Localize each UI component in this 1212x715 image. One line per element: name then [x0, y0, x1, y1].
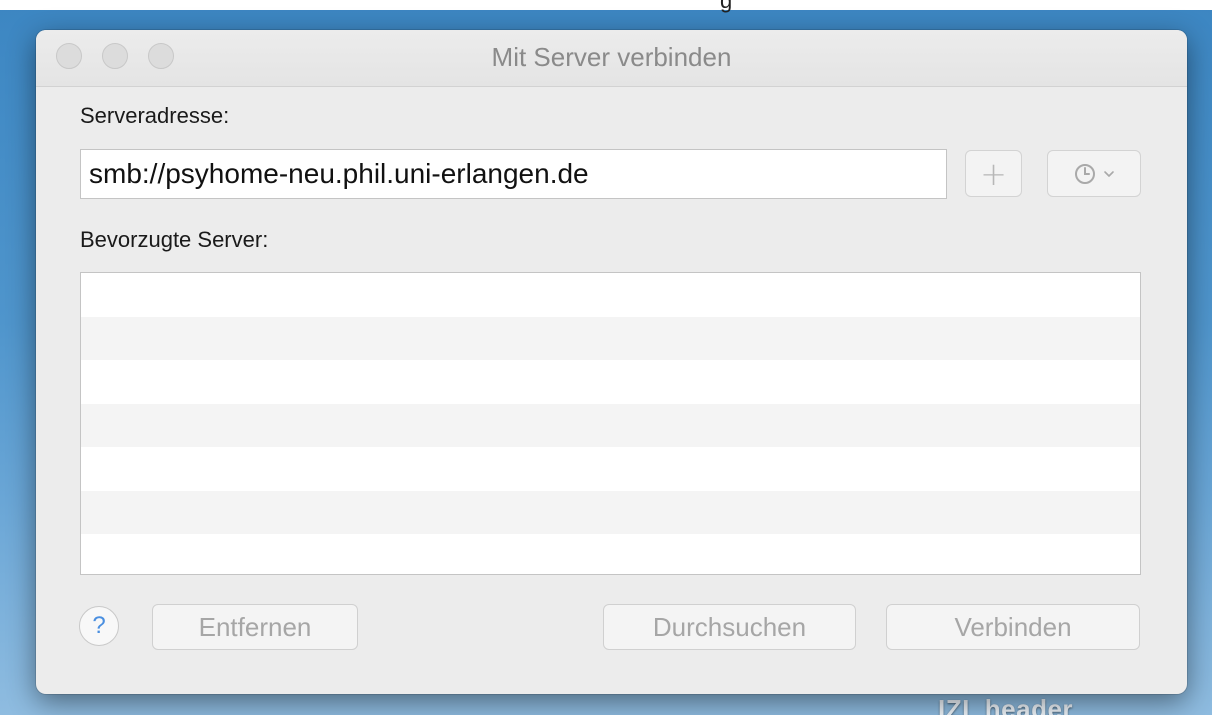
chevron-down-icon	[1103, 169, 1115, 179]
window-titlebar[interactable]: Mit Server verbinden	[36, 30, 1187, 87]
connect-to-server-window: Mit Server verbinden Serveradresse: + Be…	[36, 30, 1187, 694]
window-title: Mit Server verbinden	[491, 42, 732, 72]
list-row	[81, 316, 1140, 360]
list-row	[81, 447, 1140, 491]
recent-servers-button[interactable]	[1047, 150, 1141, 197]
desktop-top-text: g	[720, 0, 733, 13]
connect-button[interactable]: Verbinden	[886, 604, 1140, 650]
list-row	[81, 490, 1140, 534]
desktop-top-strip: g	[0, 0, 1212, 13]
server-address-label: Serveradresse:	[80, 103, 230, 128]
list-row	[81, 403, 1140, 447]
server-address-input[interactable]	[80, 149, 947, 199]
list-row	[81, 534, 1140, 574]
plus-icon: +	[980, 154, 1007, 193]
remove-button[interactable]: Entfernen	[152, 604, 358, 650]
favorite-servers-list[interactable]	[80, 272, 1141, 575]
desktop-icon-label[interactable]: IZI_header	[938, 694, 1073, 715]
favorite-servers-label: Bevorzugte Server:	[80, 227, 269, 252]
question-mark-icon: ?	[92, 612, 106, 639]
list-row	[81, 360, 1140, 404]
list-row	[81, 273, 1140, 317]
add-to-favorites-button[interactable]: +	[965, 150, 1022, 197]
clock-icon	[1073, 162, 1097, 186]
help-button[interactable]: ?	[79, 606, 119, 646]
browse-button[interactable]: Durchsuchen	[603, 604, 856, 650]
